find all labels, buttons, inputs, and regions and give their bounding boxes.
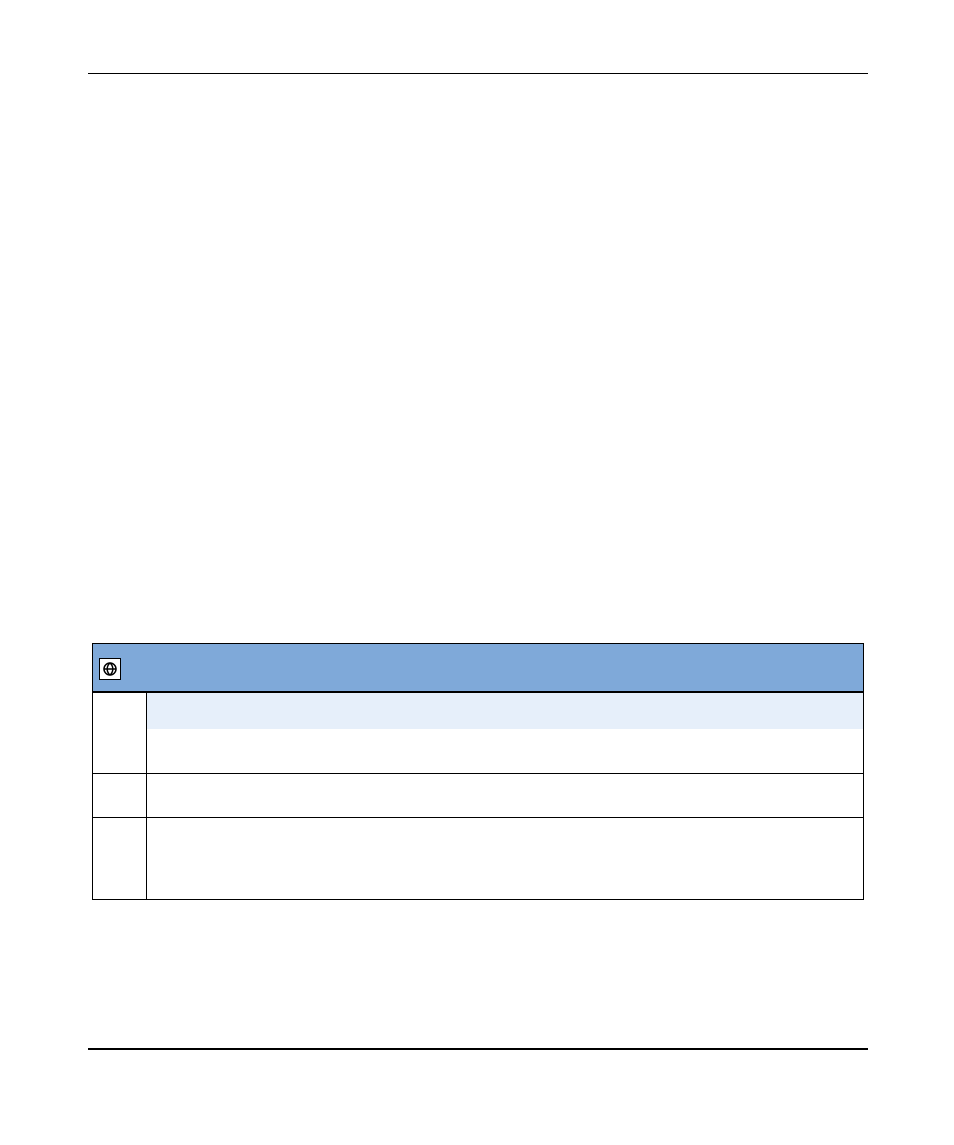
table-row <box>93 817 863 899</box>
table-row <box>93 773 863 817</box>
subheader-cell-a <box>93 693 146 729</box>
document-page <box>0 0 954 1145</box>
row-cell-a <box>93 729 146 773</box>
row-cell-b <box>146 774 863 817</box>
table-header-row <box>93 644 863 692</box>
row-cell-a <box>93 818 146 899</box>
row-cell-a <box>93 774 146 817</box>
table-row <box>93 729 863 773</box>
top-rule <box>88 73 868 74</box>
bottom-rule <box>88 1048 868 1050</box>
table <box>92 643 864 900</box>
row-cell-b <box>146 729 863 773</box>
globe-icon <box>99 658 121 680</box>
subheader-cell-b <box>146 693 863 729</box>
row-cell-b <box>146 818 863 899</box>
table-subheader-row <box>93 692 863 729</box>
